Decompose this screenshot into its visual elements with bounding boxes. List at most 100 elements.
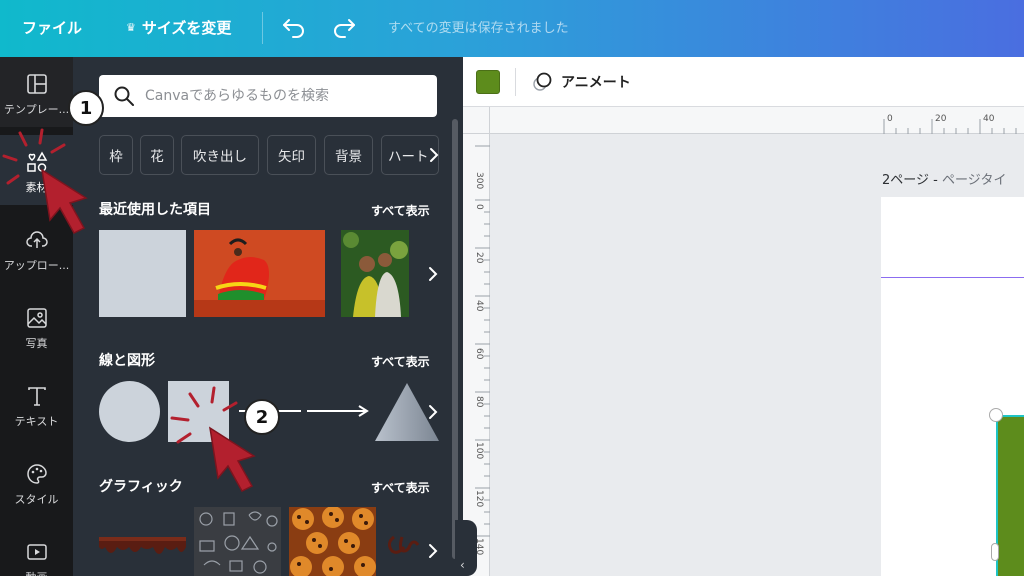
design-page[interactable]	[881, 197, 1024, 576]
section-title-graphics: グラフィック	[99, 479, 183, 495]
section-title-recent: 最近使用した項目	[99, 202, 211, 218]
save-status: すべての変更は保存されました	[388, 21, 569, 36]
recent-item-photo-couple[interactable]	[341, 230, 409, 317]
ruler-label: 0	[887, 114, 893, 124]
panel-scrollbar[interactable]	[452, 119, 458, 559]
animate-label: アニメート	[561, 75, 631, 91]
redo-icon[interactable]	[330, 12, 358, 40]
rail-item-label: 素材	[25, 181, 48, 194]
upload-icon	[25, 231, 48, 248]
horizontal-ruler: 0 20 40	[490, 107, 1024, 134]
chevron-right-icon[interactable]	[425, 145, 443, 165]
elements-icon	[26, 151, 47, 172]
ruler-label: 0	[474, 204, 484, 210]
page-number: 2ページ -	[882, 173, 942, 188]
ruler-label: 300	[474, 172, 484, 189]
ruler-label: 20	[474, 252, 484, 264]
see-all-graphics[interactable]: すべて表示	[371, 479, 430, 496]
chip-background[interactable]: 背景	[324, 135, 373, 175]
ruler-label: 60	[474, 348, 484, 360]
file-menu-label: ファイル	[22, 19, 83, 37]
vertical-ruler: 300 0 20 40 60 80 100 120 140	[463, 134, 490, 576]
shape-circle[interactable]	[99, 381, 160, 442]
search-box[interactable]	[99, 75, 437, 117]
ruler-label: 80	[474, 396, 484, 408]
rail-item-label: アップロー...	[3, 259, 70, 272]
ruler-label: 40	[983, 114, 995, 124]
shape-arrow-line[interactable]	[305, 401, 371, 421]
collapse-panel-button[interactable]: ‹	[455, 520, 477, 576]
shape-square[interactable]	[168, 381, 229, 442]
template-icon	[26, 74, 47, 94]
ruler-corner	[463, 107, 490, 134]
chip-arrow[interactable]: 矢印	[267, 135, 316, 175]
topbar-divider	[262, 12, 263, 44]
chip-speech-bubble[interactable]: 吹き出し	[181, 135, 259, 175]
rail-item-label: スタイル	[14, 493, 59, 506]
search-input[interactable]	[145, 75, 430, 117]
chip-flower[interactable]: 花	[140, 135, 174, 175]
rail-item-label: テキスト	[14, 415, 59, 428]
left-rail: テンプレー... 素材 アップロー... 写真 テキスト スタイル 動画	[0, 57, 73, 576]
text-icon	[27, 387, 46, 406]
graphic-script-text[interactable]	[384, 507, 424, 576]
ruler-label: 100	[474, 442, 484, 459]
file-menu[interactable]: ファイル	[22, 17, 82, 38]
context-toolbar: アニメート	[463, 57, 1024, 107]
rail-item-label: 動画	[26, 569, 48, 576]
chip-label: 吹き出し	[193, 149, 247, 165]
chip-label: ハート	[388, 149, 429, 165]
chip-label: 花	[150, 149, 164, 165]
search-icon	[114, 86, 134, 106]
animate-icon	[533, 72, 552, 91]
rail-item-elements[interactable]: 素材	[0, 135, 73, 205]
color-swatch[interactable]	[476, 70, 500, 94]
recent-item-photo-dancer[interactable]	[194, 230, 325, 317]
rail-item-styles[interactable]: スタイル	[0, 447, 73, 517]
see-all-shapes[interactable]: すべて表示	[371, 353, 430, 370]
section-title-shapes: 線と図形	[99, 353, 155, 369]
rail-item-photos[interactable]: 写真	[0, 291, 73, 361]
chip-label: 枠	[109, 149, 123, 165]
chip-frame[interactable]: 枠	[99, 135, 133, 175]
rail-item-label: 写真	[25, 337, 48, 350]
shape-line[interactable]	[239, 401, 303, 421]
see-all-recent[interactable]: すべて表示	[371, 202, 430, 219]
rotate-handle[interactable]	[989, 408, 1003, 422]
rail-item-label: テンプレー...	[3, 103, 70, 116]
rail-item-templates[interactable]: テンプレー...	[0, 57, 73, 127]
ruler-label: 120	[474, 490, 484, 507]
resize-button[interactable]: ♛ サイズを変更	[126, 17, 231, 38]
undo-icon[interactable]	[280, 12, 308, 40]
graphic-chocolate-drip[interactable]	[99, 507, 186, 567]
editor-area: アニメート 0 20 40 300 0 20 40 60 80 100 120 …	[463, 57, 1024, 576]
resize-handle[interactable]	[991, 543, 999, 561]
recent-item-square[interactable]	[99, 230, 186, 317]
rail-item-text[interactable]: テキスト	[0, 369, 73, 439]
page-title-input[interactable]: ページタイ	[942, 173, 1006, 188]
top-bar: ファイル ♛ サイズを変更 すべての変更は保存されました	[0, 0, 1024, 57]
vertical-ruler-ticks: 300 0 20 40 60 80 100 120 140	[474, 145, 490, 555]
resize-label: サイズを変更	[141, 19, 232, 37]
ruler-label: 40	[474, 300, 484, 312]
chevron-right-icon[interactable]	[425, 541, 441, 561]
guide-line	[881, 277, 1024, 278]
rail-item-uploads[interactable]: アップロー...	[0, 213, 73, 283]
animate-button[interactable]: アニメート	[531, 71, 631, 93]
graphic-doodle-pattern[interactable]	[194, 507, 281, 576]
selected-shape[interactable]	[996, 415, 1024, 576]
video-icon	[26, 544, 47, 560]
elements-panel: 枠 花 吹き出し 矢印 背景 ハート 最近使用した項目 すべて表示 線と図形 す…	[73, 57, 463, 576]
page-title[interactable]: 2ページ - ページタイ	[882, 169, 1006, 188]
chevron-right-icon[interactable]	[425, 264, 441, 284]
ruler-label: 20	[935, 114, 947, 124]
chevron-right-icon[interactable]	[425, 402, 441, 422]
rail-item-video[interactable]: 動画	[0, 525, 73, 576]
photo-icon	[26, 308, 47, 328]
chip-label: 矢印	[278, 149, 305, 165]
graphic-cookie-pattern[interactable]	[289, 507, 376, 576]
palette-icon	[26, 464, 47, 484]
crown-icon: ♛	[126, 21, 136, 34]
chip-label: 背景	[335, 149, 362, 165]
toolbar-divider	[515, 68, 516, 96]
